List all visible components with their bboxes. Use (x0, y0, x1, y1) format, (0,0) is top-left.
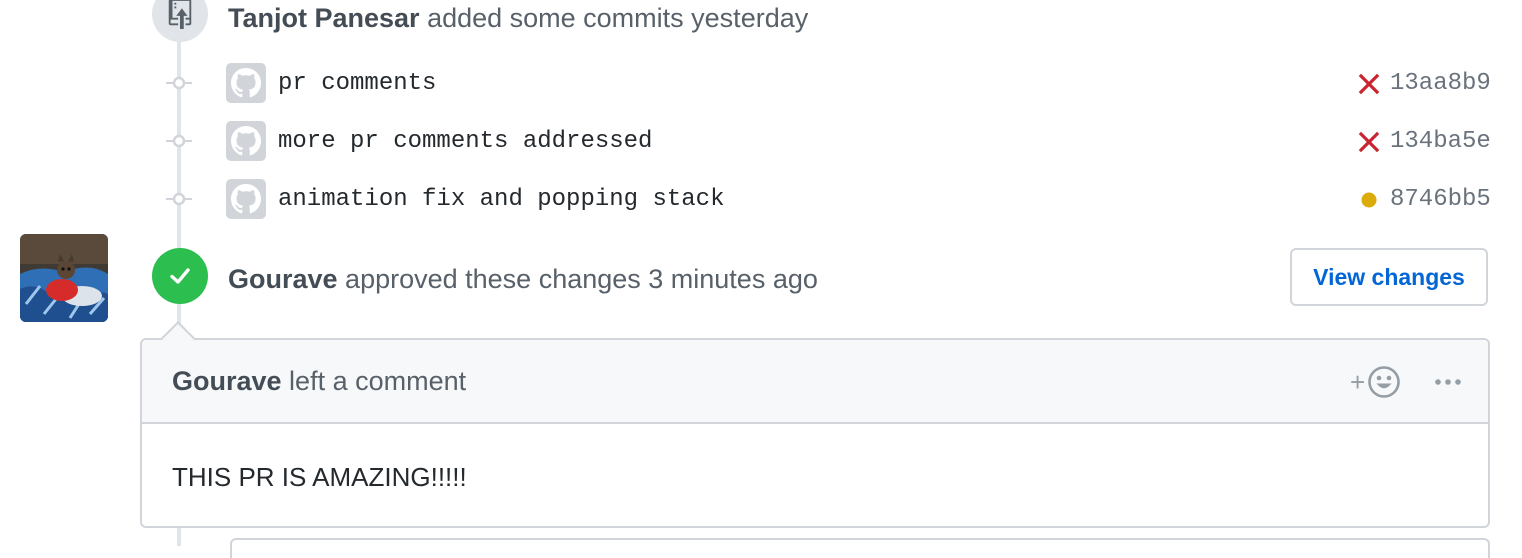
commit-node-icon (166, 76, 192, 90)
review-comment: Gourave left a comment + THIS PR IS AMAZ… (140, 338, 1490, 528)
comment-action-text: left a comment (281, 366, 467, 396)
review-event-header: Gourave approved these changes 3 minutes… (228, 264, 818, 295)
check-icon (170, 268, 190, 284)
x-icon[interactable] (1355, 70, 1383, 98)
comment-title: Gourave left a comment (172, 366, 466, 397)
reviewer-avatar[interactable] (20, 234, 108, 322)
review-action-text: approved these changes 3 minutes ago (337, 264, 818, 294)
commit-sha-link[interactable]: 13aa8b9 (1390, 70, 1491, 97)
plus-icon: + (1350, 367, 1366, 397)
reviewer-link[interactable]: Gourave (228, 264, 338, 294)
comment-body: THIS PR IS AMAZING!!!!! (172, 462, 467, 492)
x-icon[interactable] (1355, 128, 1383, 156)
commit-message-link[interactable]: animation fix and popping stack (278, 186, 724, 213)
comment-header: Gourave left a comment + (142, 340, 1488, 424)
comment-author-link[interactable]: Gourave (172, 366, 282, 396)
commit-message-link[interactable]: more pr comments addressed (278, 128, 652, 155)
commit-row: animation fix and popping stack 8746bb5 (0, 178, 1522, 222)
push-event-header: Tanjot Panesar added some commits yester… (228, 3, 808, 34)
view-changes-button[interactable]: View changes (1290, 248, 1488, 306)
commit-row: pr comments 13aa8b9 (0, 62, 1522, 106)
commit-author-avatar[interactable] (226, 63, 266, 103)
add-reaction-button[interactable]: + (1350, 364, 1401, 400)
dot-icon[interactable] (1355, 186, 1383, 214)
push-actor-link[interactable]: Tanjot Panesar (228, 3, 420, 33)
commit-node-icon (166, 134, 192, 148)
kebab-horizontal-icon[interactable] (1430, 370, 1466, 394)
commit-author-avatar[interactable] (226, 179, 266, 219)
next-timeline-item (230, 538, 1490, 558)
push-action-text: added some commits yesterday (419, 3, 809, 33)
github-mark-icon (231, 126, 261, 156)
repo-push-icon (168, 0, 192, 29)
commit-sha-link[interactable]: 8746bb5 (1390, 186, 1491, 213)
github-mark-icon (231, 68, 261, 98)
commit-sha-link[interactable]: 134ba5e (1390, 128, 1491, 155)
smiley-icon (1368, 366, 1400, 398)
commit-node-icon (166, 192, 192, 206)
repo-push-badge (152, 0, 208, 42)
commit-row: more pr comments addressed 134ba5e (0, 120, 1522, 164)
approved-badge (152, 248, 208, 304)
commit-message-link[interactable]: pr comments (278, 70, 436, 97)
commit-author-avatar[interactable] (226, 121, 266, 161)
github-mark-icon (231, 184, 261, 214)
